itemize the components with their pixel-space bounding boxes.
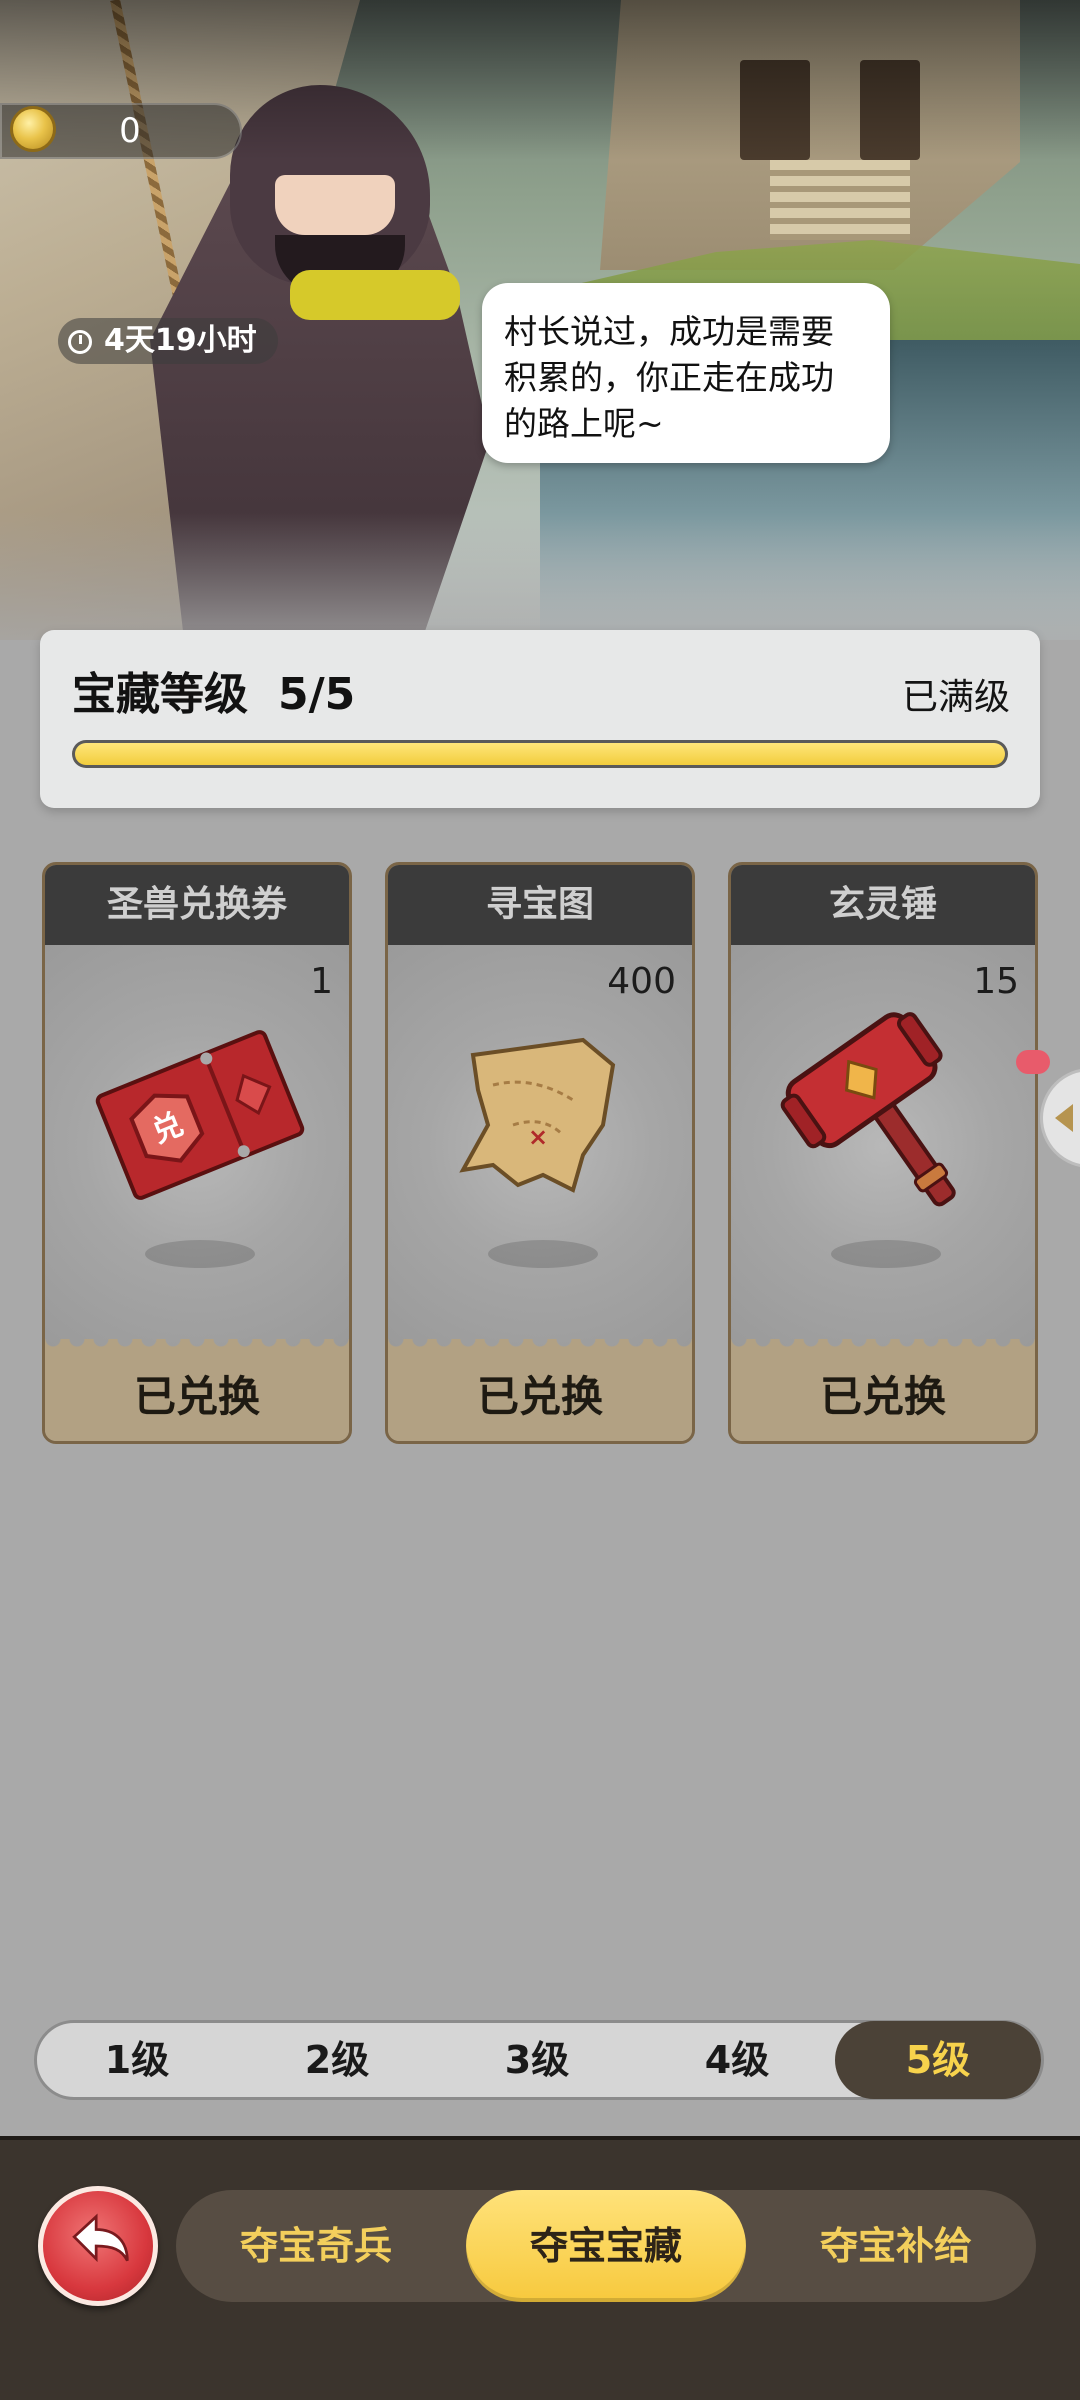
reward-name: 玄灵锤 — [731, 865, 1035, 945]
reward-card[interactable]: 玄灵锤 15 已兑换 — [728, 862, 1038, 1444]
tab-supply[interactable]: 夺宝补给 — [756, 2190, 1036, 2302]
reward-count: 15 — [973, 961, 1019, 1002]
side-expand-arrow-icon[interactable] — [1040, 1068, 1080, 1168]
tab-treasure[interactable]: 夺宝宝藏 — [466, 2190, 746, 2302]
reward-count: 400 — [607, 961, 676, 1002]
level-tab-5[interactable]: 5级 — [835, 2021, 1041, 2099]
redeemed-button[interactable]: 已兑换 — [388, 1339, 692, 1441]
treasure-level-title: 宝藏等级 — [72, 669, 248, 720]
clock-icon — [68, 330, 92, 354]
back-arrow-icon — [72, 2213, 129, 2263]
level-tab-3[interactable]: 3级 — [437, 2021, 637, 2099]
notification-dot — [1016, 1050, 1050, 1074]
redeemed-button[interactable]: 已兑换 — [45, 1339, 349, 1441]
back-button[interactable] — [38, 2186, 158, 2306]
item-shadow — [488, 1240, 598, 1268]
item-shadow — [145, 1240, 255, 1268]
treasure-level-count: 5/5 — [278, 669, 356, 720]
ticket-icon: 兑 — [95, 1030, 305, 1200]
level-progress-fill — [75, 743, 1005, 765]
level-progress-bar — [72, 740, 1008, 768]
redeemed-button[interactable]: 已兑换 — [731, 1339, 1035, 1441]
tab-raiders[interactable]: 夺宝奇兵 — [176, 2190, 456, 2302]
reward-card[interactable]: 寻宝图 400 × 已兑换 — [385, 862, 695, 1444]
reward-count: 1 — [310, 961, 333, 1002]
reward-name: 圣兽兑换券 — [45, 865, 349, 945]
coin-icon — [10, 106, 56, 152]
treasure-map-icon: × — [459, 1037, 616, 1193]
level-tab-1[interactable]: 1级 — [37, 2021, 237, 2099]
item-shadow — [831, 1240, 941, 1268]
svg-text:×: × — [528, 1123, 548, 1151]
max-level-status: 已满级 — [901, 677, 1010, 718]
reward-name: 寻宝图 — [388, 865, 692, 945]
coin-value: 0 — [119, 111, 141, 151]
speech-bubble: 村长说过，成功是需要积累的，你正走在成功的路上呢~ — [482, 283, 890, 463]
reward-card[interactable]: 圣兽兑换券 1 兑 已兑换 — [42, 862, 352, 1444]
level-tab-2[interactable]: 2级 — [237, 2021, 437, 2099]
hammer-icon — [780, 1012, 956, 1207]
level-tab-4[interactable]: 4级 — [637, 2021, 837, 2099]
